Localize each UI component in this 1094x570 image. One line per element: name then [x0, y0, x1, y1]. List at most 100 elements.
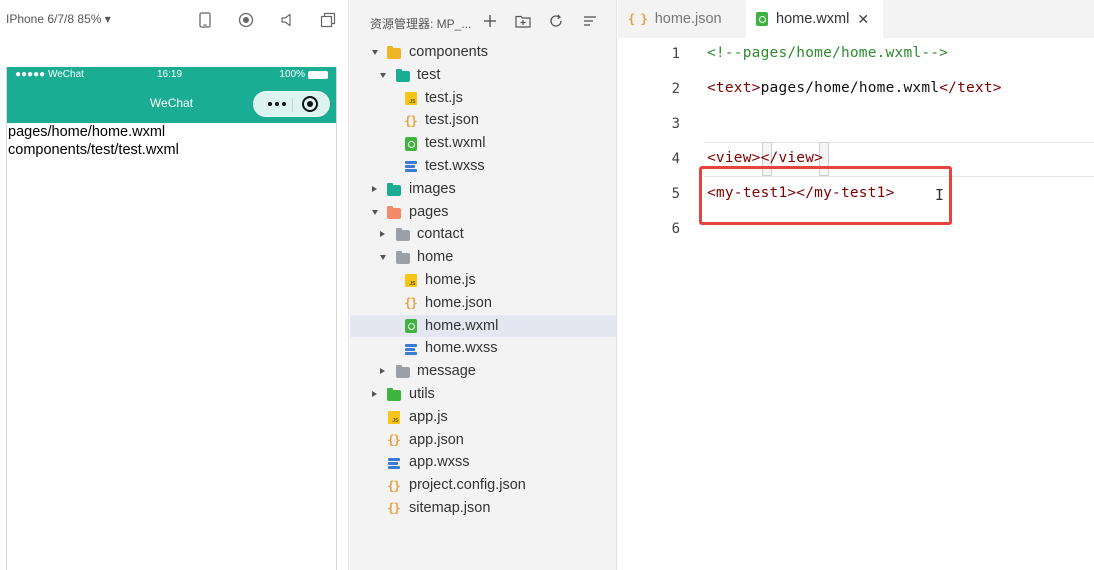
code-token: </text> [939, 80, 1002, 96]
tree-item[interactable]: components [350, 41, 616, 64]
record-icon[interactable] [237, 11, 255, 29]
json-file-icon: {} [387, 501, 400, 516]
chevron-down-icon[interactable] [372, 50, 378, 55]
phone-rotate-icon[interactable] [196, 11, 214, 29]
folder-icon [386, 45, 401, 60]
tree-item[interactable]: app.js [350, 406, 616, 429]
phone-screen: ●●●●● WeChat 16:19 100% WeChat pages/hom… [6, 67, 337, 570]
code-line[interactable]: 3 [618, 108, 1094, 143]
collapse-all-icon[interactable] [582, 13, 598, 29]
json-file-icon: {} [387, 433, 400, 448]
tree-item[interactable]: app.wxss [350, 451, 616, 474]
js-file-icon [403, 273, 418, 288]
chevron-down-icon[interactable] [372, 209, 378, 215]
tree-item-label: test.wxss [425, 157, 485, 174]
tree-item[interactable]: utils [350, 383, 616, 406]
wxss-file-icon [403, 159, 418, 174]
tree-item[interactable]: home.js [350, 269, 616, 292]
line-number: 5 [671, 186, 680, 202]
chevron-down-icon[interactable] [380, 72, 386, 78]
tree-item[interactable]: message [350, 360, 616, 383]
json-file-icon: {} [404, 113, 417, 128]
tree-item-label: contact [417, 226, 464, 243]
tree-item[interactable]: test.wxml [350, 132, 616, 155]
explorer-header: 资源管理器: MP_... [350, 0, 616, 42]
more-dots-icon[interactable] [264, 95, 290, 113]
js-file-icon [386, 410, 401, 425]
chevron-right-icon[interactable] [372, 390, 377, 397]
page-text-test-component: components/test/test.wxml [8, 142, 179, 158]
battery-percent: 100% [279, 69, 305, 80]
explorer-title: 资源管理器: MP_... [370, 17, 472, 31]
tree-item[interactable]: images [350, 178, 616, 201]
simulator-toolbar: IPhone 6/7/8 85% ▾ [0, 0, 349, 40]
code-token: <!--pages/home/home.wxml--> [707, 45, 949, 61]
chevron-right-icon[interactable] [380, 368, 385, 375]
folder-icon [395, 250, 410, 265]
tree-item-label: test [417, 66, 441, 83]
tree-item-label: images [409, 180, 456, 197]
chevron-right-icon[interactable] [372, 185, 377, 192]
tree-item[interactable]: test [350, 64, 616, 87]
status-time: 16:19 [157, 69, 183, 80]
detach-window-icon[interactable] [319, 11, 337, 29]
capsule-close-icon[interactable] [302, 96, 318, 112]
tree-item-label: home.json [425, 294, 492, 311]
tree-item-label: home.wxss [425, 340, 498, 357]
chevron-down-icon[interactable] [380, 255, 386, 261]
page-content: pages/home/home.wxml components/test/tes… [7, 123, 336, 159]
tree-item[interactable]: home.wxml [350, 314, 616, 338]
menu-capsule [253, 91, 330, 117]
page-text-home: pages/home/home.wxml [8, 124, 166, 140]
tree-item-label: home.wxml [425, 317, 499, 334]
tree-item[interactable]: {} app.json [350, 429, 616, 452]
tree-item[interactable]: pages [350, 201, 616, 224]
battery-indicator: 100% [279, 69, 328, 80]
line-number: 3 [671, 116, 680, 132]
text-cursor-icon: I [935, 186, 945, 204]
tree-item[interactable]: home.wxss [350, 337, 616, 360]
battery-icon [308, 70, 328, 79]
tree-item[interactable]: test.js [350, 87, 616, 110]
line-text: <view></view> [707, 150, 823, 166]
simulator-panel: IPhone 6/7/8 85% ▾ ●●●●● WeChat 16:19 10… [0, 0, 349, 570]
chevron-right-icon[interactable] [380, 231, 385, 238]
device-select[interactable]: IPhone 6/7/8 85% ▾ [6, 12, 111, 26]
folder-icon [395, 364, 410, 379]
tree-item[interactable]: {} project.config.json [350, 474, 616, 497]
code-line[interactable]: 1 <!--pages/home/home.wxml--> [618, 38, 1094, 73]
volume-icon[interactable] [278, 11, 296, 29]
wxml-file-icon [403, 319, 418, 334]
tree-item[interactable]: {} sitemap.json [350, 497, 616, 520]
annotation-highlight-box [699, 166, 952, 225]
tab-home-json[interactable]: { } home.json [618, 0, 746, 38]
tree-item[interactable]: {} home.json [350, 292, 616, 315]
phone-nav-header: ●●●●● WeChat 16:19 100% WeChat [7, 67, 336, 123]
folder-icon [386, 182, 401, 197]
wxss-file-icon [386, 455, 401, 470]
tab-home-wxml[interactable]: home.wxml ✕ [746, 0, 883, 38]
line-text: <text>pages/home/home.wxml</text> [707, 80, 1002, 96]
tree-item-label: test.wxml [425, 135, 486, 152]
refresh-icon[interactable] [548, 13, 564, 29]
code-line[interactable]: 2 <text>pages/home/home.wxml</text> [618, 73, 1094, 108]
tree-item-label: sitemap.json [409, 499, 491, 516]
code-token: pages/home/home.wxml [760, 80, 940, 96]
file-explorer: 资源管理器: MP_... components test test.js {} tes… [350, 0, 617, 570]
tree-item-label: utils [409, 385, 435, 402]
close-icon[interactable]: ✕ [857, 11, 869, 28]
tree-item-label: components [409, 44, 488, 60]
tree-item[interactable]: home [350, 246, 616, 269]
folder-icon [386, 387, 401, 402]
folder-icon [395, 227, 410, 242]
tree-item[interactable]: {} test.json [350, 109, 616, 132]
new-file-icon[interactable] [482, 13, 498, 29]
json-file-icon: {} [404, 296, 417, 311]
new-folder-icon[interactable] [515, 13, 531, 29]
file-tree: components test test.js {} test.json test.wxm… [350, 41, 616, 520]
tab-label: home.wxml [776, 11, 850, 27]
tree-item[interactable]: test.wxss [350, 155, 616, 178]
tree-item[interactable]: contact [350, 223, 616, 246]
wxss-file-icon [403, 341, 418, 356]
code-editor: { } home.json home.wxml ✕ 1 <!--pages/hom… [618, 0, 1094, 570]
